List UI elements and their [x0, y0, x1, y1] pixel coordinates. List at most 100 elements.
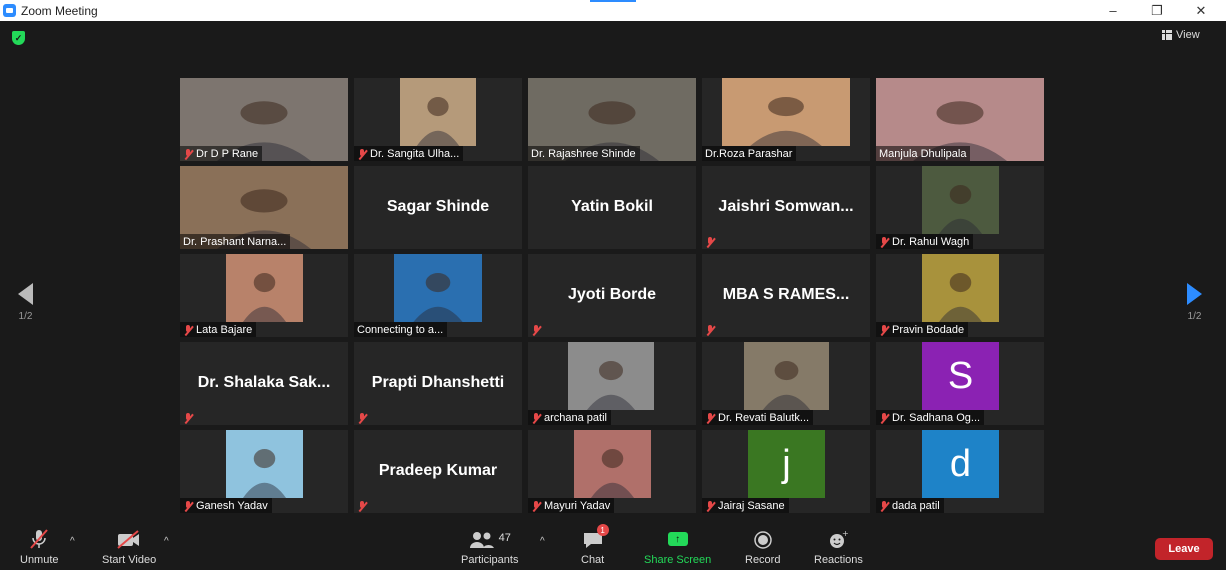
participant-tile[interactable]: Dr D P Rane: [180, 78, 348, 161]
record-button[interactable]: Record: [745, 528, 780, 566]
muted-microphone-icon: [705, 324, 715, 336]
share-screen-button[interactable]: ↑ Share Screen: [644, 528, 711, 566]
participant-name-label: Dr. Sadhana Og...: [876, 410, 985, 425]
start-video-label: Start Video: [102, 554, 157, 566]
participant-name: dada patil: [892, 500, 940, 512]
muted-microphone-icon: [531, 412, 541, 424]
participant-tile[interactable]: Dr. Revati Balutk...: [702, 342, 870, 425]
reactions-label: Reactions: [814, 554, 863, 566]
participant-name: Dr. Sangita Ulha...: [370, 148, 460, 160]
next-page-button[interactable]: 1/2: [1187, 283, 1202, 322]
encryption-shield-icon[interactable]: ✓: [12, 31, 25, 45]
participant-tile[interactable]: Mayuri Yadav: [528, 430, 696, 513]
participant-display-name: Jyoti Borde: [567, 286, 656, 303]
chat-icon: 1: [582, 524, 609, 550]
participant-video: [400, 78, 476, 146]
participant-tile[interactable]: Dr. Shalaka Sak...: [180, 342, 348, 425]
participant-name-label: Jairaj Sasane: [702, 498, 789, 513]
participant-name: Lata Bajare: [196, 324, 253, 336]
participant-display-name: Yatin Bokil: [571, 198, 653, 215]
participant-name: Dr. Rahul Wagh: [892, 236, 970, 248]
arrow-left-icon: [18, 283, 33, 305]
previous-page-indicator: 1/2: [18, 311, 33, 322]
chat-button[interactable]: 1 Chat: [581, 524, 609, 566]
participant-tile[interactable]: Ganesh Yadav: [180, 430, 348, 513]
zoom-app-icon: [3, 4, 16, 17]
participant-tile[interactable]: Lata Bajare: [180, 254, 348, 337]
participant-name: Ganesh Yadav: [196, 500, 268, 512]
participant-tile[interactable]: Manjula Dhulipala: [876, 78, 1044, 161]
participant-tile[interactable]: Pradeep Kumar: [354, 430, 522, 513]
record-icon: [753, 528, 773, 550]
participant-name: Connecting to a...: [357, 324, 444, 336]
muted-microphone-icon: [183, 500, 193, 512]
participant-name-label: Dr.Roza Parashar: [702, 146, 797, 161]
grid-view-icon: [1162, 30, 1172, 40]
participant-video: [722, 78, 850, 146]
participant-tile[interactable]: Yatin Bokil: [528, 166, 696, 249]
participant-name-label: dada patil: [876, 498, 944, 513]
participant-tile[interactable]: Pravin Bodade: [876, 254, 1044, 337]
participant-avatar: j: [748, 430, 825, 498]
restore-button[interactable]: ❐: [1134, 0, 1180, 21]
participant-video: [226, 430, 303, 498]
chat-label: Chat: [581, 554, 605, 566]
unmute-label: Unmute: [20, 554, 59, 566]
participant-tile[interactable]: Dr. Rahul Wagh: [876, 166, 1044, 249]
participant-name-label: [702, 234, 719, 249]
participant-video: [922, 166, 999, 234]
muted-microphone-icon: [705, 412, 715, 424]
leave-button[interactable]: Leave: [1155, 538, 1213, 560]
muted-microphone-icon: [879, 412, 889, 424]
participant-name-label: [180, 410, 197, 425]
muted-microphone-icon: [531, 324, 541, 336]
participant-tile[interactable]: d dada patil: [876, 430, 1044, 513]
participant-tile[interactable]: j Jairaj Sasane: [702, 430, 870, 513]
window-title: Zoom Meeting: [21, 3, 98, 18]
participants-caret-icon[interactable]: ^: [540, 536, 545, 547]
participant-name: Pravin Bodade: [892, 324, 965, 336]
participant-name-label: Dr. Sangita Ulha...: [354, 146, 464, 161]
muted-microphone-icon: [183, 324, 193, 336]
participant-video: [226, 254, 303, 322]
participants-icon-group: 47: [469, 528, 511, 550]
next-page-indicator: 1/2: [1187, 311, 1202, 322]
participant-tile[interactable]: Jaishri Somwan...: [702, 166, 870, 249]
participant-tile[interactable]: Connecting to a...: [354, 254, 522, 337]
share-screen-label: Share Screen: [644, 554, 712, 566]
audio-options-caret-icon[interactable]: ^: [70, 536, 75, 547]
participant-name-label: Ganesh Yadav: [180, 498, 272, 513]
muted-microphone-icon: [705, 500, 715, 512]
participant-name-label: Mayuri Yadav: [528, 498, 615, 513]
video-options-caret-icon[interactable]: ^: [164, 536, 169, 547]
previous-page-button[interactable]: 1/2: [18, 283, 33, 322]
participant-name: Manjula Dhulipala: [879, 148, 967, 160]
reactions-button[interactable]: + Reactions: [814, 528, 863, 566]
participant-tile[interactable]: Prapti Dhanshetti: [354, 342, 522, 425]
participant-tile[interactable]: Jyoti Borde: [528, 254, 696, 337]
participant-tile[interactable]: Dr. Rajashree Shinde: [528, 78, 696, 161]
participant-tile[interactable]: Dr.Roza Parashar: [702, 78, 870, 161]
window-titlebar: Zoom Meeting – ❐ ✕: [0, 0, 1226, 21]
participant-tile[interactable]: archana patil: [528, 342, 696, 425]
participant-tile[interactable]: S Dr. Sadhana Og...: [876, 342, 1044, 425]
minimize-button[interactable]: –: [1090, 0, 1136, 21]
arrow-right-icon: [1187, 283, 1202, 305]
participant-name-label: [354, 410, 371, 425]
share-screen-icon: ↑: [667, 532, 688, 546]
close-button[interactable]: ✕: [1178, 0, 1224, 21]
participant-tile[interactable]: Sagar Shinde: [354, 166, 522, 249]
participants-button[interactable]: 47 Participants: [461, 528, 518, 566]
participant-name-label: Manjula Dhulipala: [876, 146, 971, 161]
participant-name: Dr D P Rane: [196, 148, 259, 160]
participant-tile[interactable]: Dr. Sangita Ulha...: [354, 78, 522, 161]
participants-label: Participants: [461, 554, 519, 566]
unmute-button[interactable]: Unmute: [20, 528, 59, 566]
view-button[interactable]: View: [1162, 27, 1200, 43]
participants-icon: [469, 532, 494, 548]
participant-video: [568, 342, 654, 410]
start-video-button[interactable]: Start Video: [102, 528, 156, 566]
participant-tile[interactable]: MBA S RAMES...: [702, 254, 870, 337]
video-off-icon: [116, 528, 142, 550]
participant-tile[interactable]: Dr. Prashant Narna...: [180, 166, 348, 249]
